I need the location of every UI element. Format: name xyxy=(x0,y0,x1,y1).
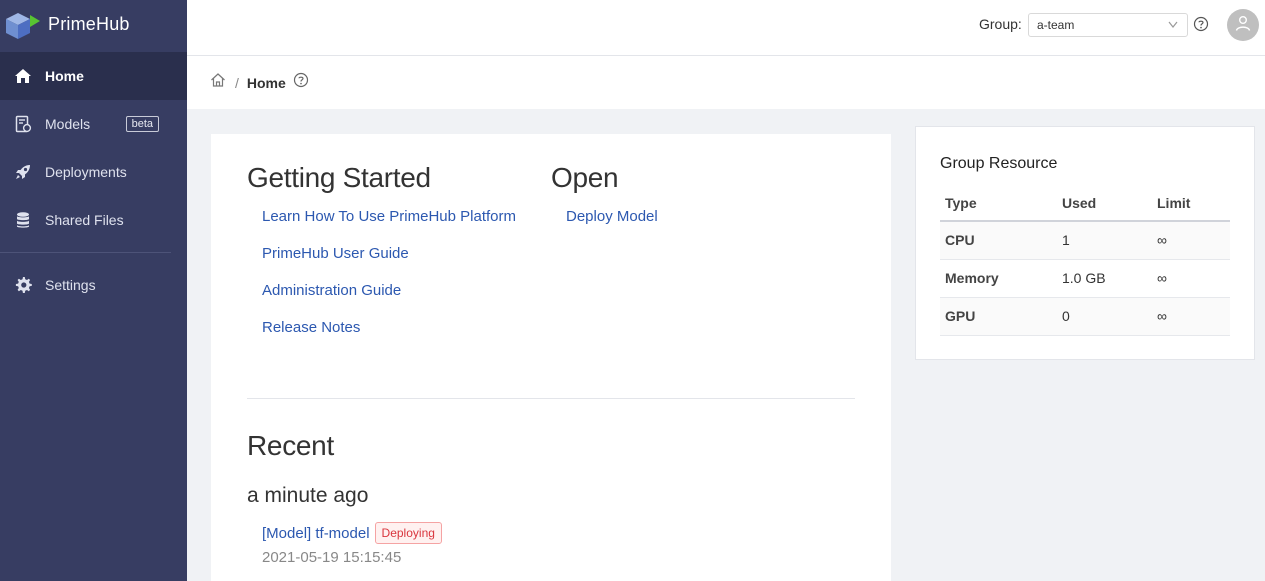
sidebar-divider xyxy=(0,252,171,253)
cell-type: GPU xyxy=(940,297,1057,336)
column-header-type: Type xyxy=(940,185,1057,222)
sidebar-item-label: Settings xyxy=(45,277,96,293)
learn-primehub-link[interactable]: Learn How To Use PrimeHub Platform xyxy=(262,208,516,245)
status-badge: Deploying xyxy=(374,522,442,544)
sidebar-item-label: Deployments xyxy=(45,164,127,180)
group-select-value: a-team xyxy=(1037,18,1075,32)
group-resource-card: Group Resource Type Used Limit CPU 1 ∞ M… xyxy=(915,126,1255,360)
sidebar-item-models[interactable]: Models beta xyxy=(0,100,187,148)
top-header: Group: a-team xyxy=(187,0,1265,56)
column-header-limit: Limit xyxy=(1152,185,1230,222)
recent-title: Recent xyxy=(247,430,334,461)
cell-limit: ∞ xyxy=(1152,259,1230,298)
group-resource-title: Group Resource xyxy=(940,155,1058,172)
deploy-model-link[interactable]: Deploy Model xyxy=(566,208,658,245)
user-guide-link[interactable]: PrimeHub User Guide xyxy=(262,245,516,282)
cell-used: 1.0 GB xyxy=(1057,259,1152,298)
getting-started-section: Getting Started Learn How To Use PrimeHu… xyxy=(247,162,516,356)
breadcrumb-separator: / xyxy=(235,74,239,91)
section-divider xyxy=(247,398,855,399)
open-title: Open xyxy=(551,162,619,193)
sidebar-nav: Home Models beta Deployments Shared File… xyxy=(0,52,187,309)
cell-used: 0 xyxy=(1057,297,1152,336)
chevron-down-icon xyxy=(1167,18,1179,33)
admin-guide-link[interactable]: Administration Guide xyxy=(262,282,516,319)
cell-type: Memory xyxy=(940,259,1057,298)
sidebar-item-settings[interactable]: Settings xyxy=(0,261,187,309)
recent-item-link[interactable]: [Model] tf-model xyxy=(262,525,370,542)
logo[interactable]: PrimeHub xyxy=(0,0,187,48)
sidebar: PrimeHub Home Models beta Deployments Sh… xyxy=(0,0,187,581)
breadcrumb-current: Home xyxy=(246,74,286,91)
sidebar-item-label: Models xyxy=(45,116,91,132)
models-icon xyxy=(13,115,32,134)
column-header-used: Used xyxy=(1057,185,1152,222)
beta-badge: beta xyxy=(125,116,159,132)
table-header-row: Type Used Limit xyxy=(940,185,1230,222)
group-label: Group: xyxy=(979,16,1022,32)
list-item: [Model] tf-model Deploying xyxy=(262,522,442,544)
cell-type: CPU xyxy=(940,221,1057,260)
open-section: Open Deploy Model xyxy=(551,162,658,245)
table-row: Memory 1.0 GB ∞ xyxy=(940,259,1230,298)
recent-section: Recent a minute ago [Model] tf-model Dep… xyxy=(247,430,442,566)
getting-started-title: Getting Started xyxy=(247,162,431,193)
home-icon[interactable] xyxy=(210,72,226,93)
sidebar-item-label: Shared Files xyxy=(45,212,124,228)
table-row: GPU 0 ∞ xyxy=(940,297,1230,336)
breadcrumb: / Home xyxy=(187,56,1265,109)
sidebar-item-shared-files[interactable]: Shared Files xyxy=(0,196,187,244)
primehub-logo-icon xyxy=(6,13,40,39)
app-name: PrimeHub xyxy=(48,13,130,34)
rocket-icon xyxy=(13,163,32,182)
user-icon xyxy=(1234,14,1252,37)
recent-item-time: 2021-05-19 15:15:45 xyxy=(262,549,402,566)
release-notes-link[interactable]: Release Notes xyxy=(262,319,516,356)
cell-limit: ∞ xyxy=(1152,221,1230,260)
group-select[interactable]: a-team xyxy=(1028,13,1188,37)
help-icon[interactable] xyxy=(1193,16,1209,37)
group-resource-table: Type Used Limit CPU 1 ∞ Memory 1.0 GB ∞ … xyxy=(940,185,1230,336)
main-card: Getting Started Learn How To Use PrimeHu… xyxy=(211,134,891,581)
sidebar-item-label: Home xyxy=(45,68,84,84)
gear-icon xyxy=(13,276,32,295)
help-icon[interactable] xyxy=(293,72,309,93)
cell-used: 1 xyxy=(1057,221,1152,260)
cell-limit: ∞ xyxy=(1152,297,1230,336)
sidebar-item-home[interactable]: Home xyxy=(0,52,187,100)
sidebar-item-deployments[interactable]: Deployments xyxy=(0,148,187,196)
table-row: CPU 1 ∞ xyxy=(940,221,1230,260)
database-icon xyxy=(13,211,32,230)
recent-group-title: a minute ago xyxy=(247,484,369,507)
avatar[interactable] xyxy=(1227,9,1259,41)
home-icon xyxy=(13,67,32,86)
